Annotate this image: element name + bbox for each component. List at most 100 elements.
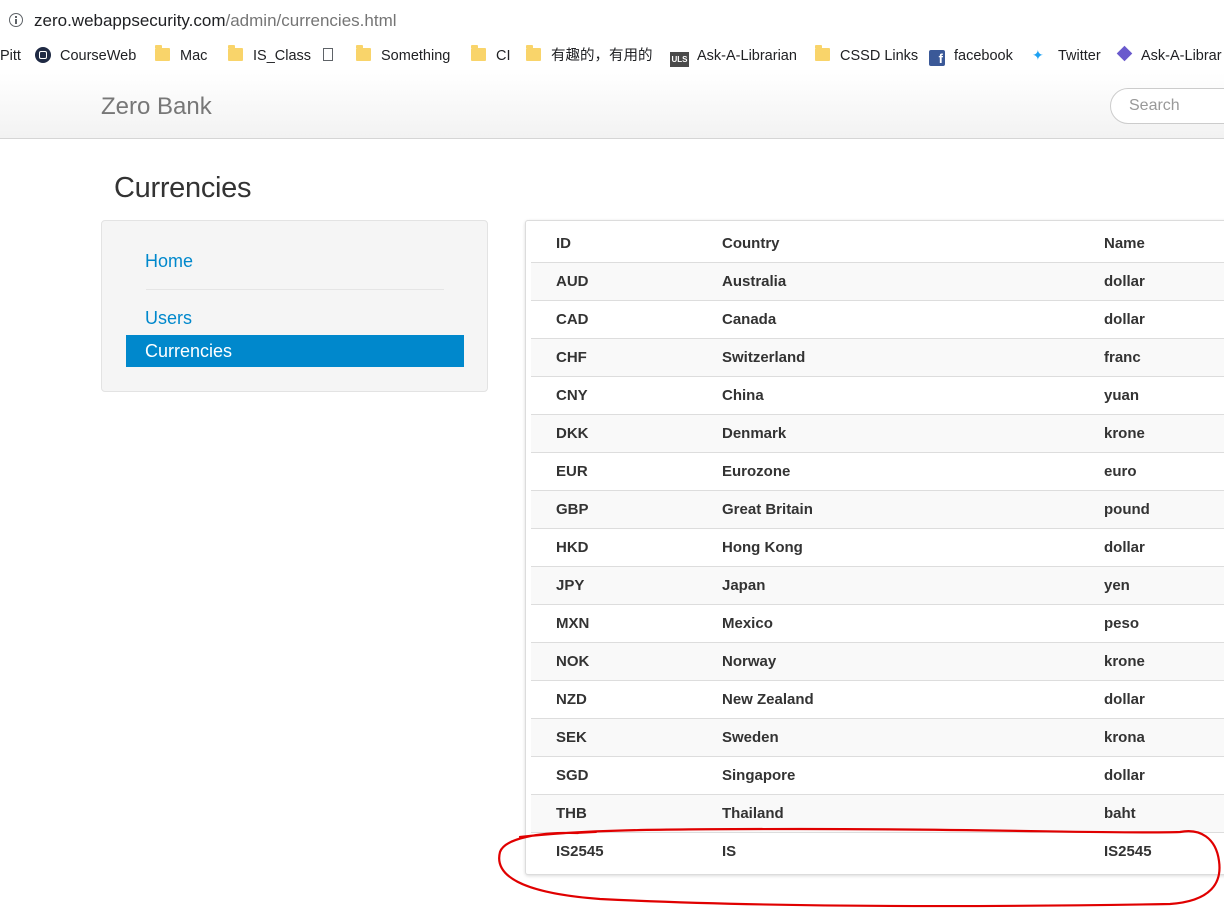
url-text[interactable]: zero.webappsecurity.com/admin/currencies… [34,11,397,31]
bookmark-facebook[interactable]: f facebook [929,47,1013,66]
url-host: zero.webappsecurity.com [34,11,226,30]
folder-icon [356,45,371,61]
cell-id: CHF [531,338,722,377]
courseweb-icon [35,47,51,63]
column-header-name[interactable]: Name [1104,225,1224,263]
table-row: NZD New Zealand dollar [531,680,1224,719]
table-row: CNY China yuan [531,376,1224,415]
cell-country: Japan [722,566,1104,605]
cell-id: CAD [531,300,722,339]
url-path: /admin/currencies.html [225,11,397,30]
cell-name: peso [1104,604,1224,643]
folder-icon [471,45,486,61]
table-row: JPY Japan yen [531,566,1224,605]
cell-name: krona [1104,718,1224,757]
table-row: HKD Hong Kong dollar [531,528,1224,567]
bookmark-label: facebook [954,48,1013,64]
address-bar[interactable]: zero.webappsecurity.com/admin/currencies… [0,0,1224,41]
table-row: SEK Sweden krona [531,718,1224,757]
table-row: GBP Great Britain pound [531,490,1224,529]
cell-id: CNY [531,376,722,415]
brand-link[interactable]: Zero Bank [101,93,212,121]
bookmark-label: Pitt [0,48,21,64]
cell-name: dollar [1104,680,1224,719]
bookmark-pitt[interactable]: Pitt [0,47,21,65]
currencies-table-container: ID Country Name AUD Australia dollar CAD Can… [525,220,1224,875]
cell-country: Hong Kong [722,528,1104,567]
bookmark-label: IS_Class [253,48,312,64]
table-row: MXN Mexico peso [531,604,1224,643]
table-header-row: ID Country Name [531,225,1224,263]
table-body: AUD Australia dollar CAD Canada dollar CHF Swit… [531,262,1224,870]
cell-id: EUR [531,452,722,491]
cell-name: krone [1104,642,1224,681]
sidebar-item-currencies[interactable]: Currencies [126,335,464,367]
folder-icon [155,45,170,61]
table-row: CHF Switzerland franc [531,338,1224,377]
bookmark-label: CourseWeb [60,48,137,64]
diamond-icon [1116,45,1133,62]
cell-id: GBP [531,490,722,529]
cell-country: Singapore [722,756,1104,795]
bookmark-page[interactable] [323,47,333,65]
bookmark-label: Ask-A-Librar [1141,48,1222,64]
cell-country: Great Britain [722,490,1104,529]
bookmark-label: CSSD Links [840,48,919,64]
cell-id: DKK [531,414,722,453]
table-row: NOK Norway krone [531,642,1224,681]
cell-country: Norway [722,642,1104,681]
page-title: Currencies [114,172,252,204]
cell-name: krone [1104,414,1224,453]
cell-country: Switzerland [722,338,1104,377]
cell-country: Mexico [722,604,1104,643]
bookmark-label: Something [381,48,451,64]
currencies-table: ID Country Name AUD Australia dollar CAD Can… [531,225,1224,870]
cell-country: Eurozone [722,452,1104,491]
bookmark-ask-a-librarian[interactable]: ULS Ask-A-Librarian [670,47,797,67]
table-row: DKK Denmark krone [531,414,1224,453]
cell-id: SGD [531,756,722,795]
cell-name: pound [1104,490,1224,529]
cell-name: dollar [1104,756,1224,795]
bookmark-something[interactable]: Something [356,45,451,65]
cell-country: Canada [722,300,1104,339]
cell-name: dollar [1104,300,1224,339]
cell-country: Denmark [722,414,1104,453]
site-navbar: Zero Bank [0,73,1224,139]
table-row: CAD Canada dollar [531,300,1224,339]
bookmark-mac[interactable]: Mac [155,45,208,65]
column-header-country[interactable]: Country [722,225,1104,263]
sidebar-item-users[interactable]: Users [145,308,192,329]
bookmark-is-class[interactable]: IS_Class [228,45,312,65]
search-input[interactable] [1110,88,1224,124]
sidebar-item-label: Currencies [145,341,233,361]
cell-id: NZD [531,680,722,719]
bookmark-label: Mac [180,48,208,64]
cell-name: IS2545 [1104,832,1224,870]
cell-name: yen [1104,566,1224,605]
bookmark-ask-a-librar[interactable]: Ask-A-Librar [1115,45,1222,65]
bookmark-ci[interactable]: CI [471,45,511,65]
column-header-id[interactable]: ID [531,225,722,263]
cell-id: IS2545 [531,832,722,870]
table-row: THB Thailand baht [531,794,1224,833]
cell-country: Thailand [722,794,1104,833]
table-row: SGD Singapore dollar [531,756,1224,795]
bookmark-courseweb[interactable]: CourseWeb [35,47,136,65]
cell-country: Sweden [722,718,1104,757]
cell-name: franc [1104,338,1224,377]
bookmark-twitter[interactable]: ✦ Twitter [1032,47,1101,65]
table-row: EUR Eurozone euro [531,452,1224,491]
facebook-icon: f [929,50,945,66]
cell-id: THB [531,794,722,833]
sidebar-item-home[interactable]: Home [145,251,193,272]
uls-icon: ULS [670,52,689,67]
cell-country: New Zealand [722,680,1104,719]
nav-divider [146,289,444,290]
bookmark-label: 有趣的，有用的 [551,48,653,64]
page-icon [323,48,333,61]
info-icon[interactable] [9,13,23,27]
bookmark-youqu[interactable]: 有趣的，有用的 [526,45,653,65]
cell-name: euro [1104,452,1224,491]
bookmark-cssd-links[interactable]: CSSD Links [815,45,919,65]
